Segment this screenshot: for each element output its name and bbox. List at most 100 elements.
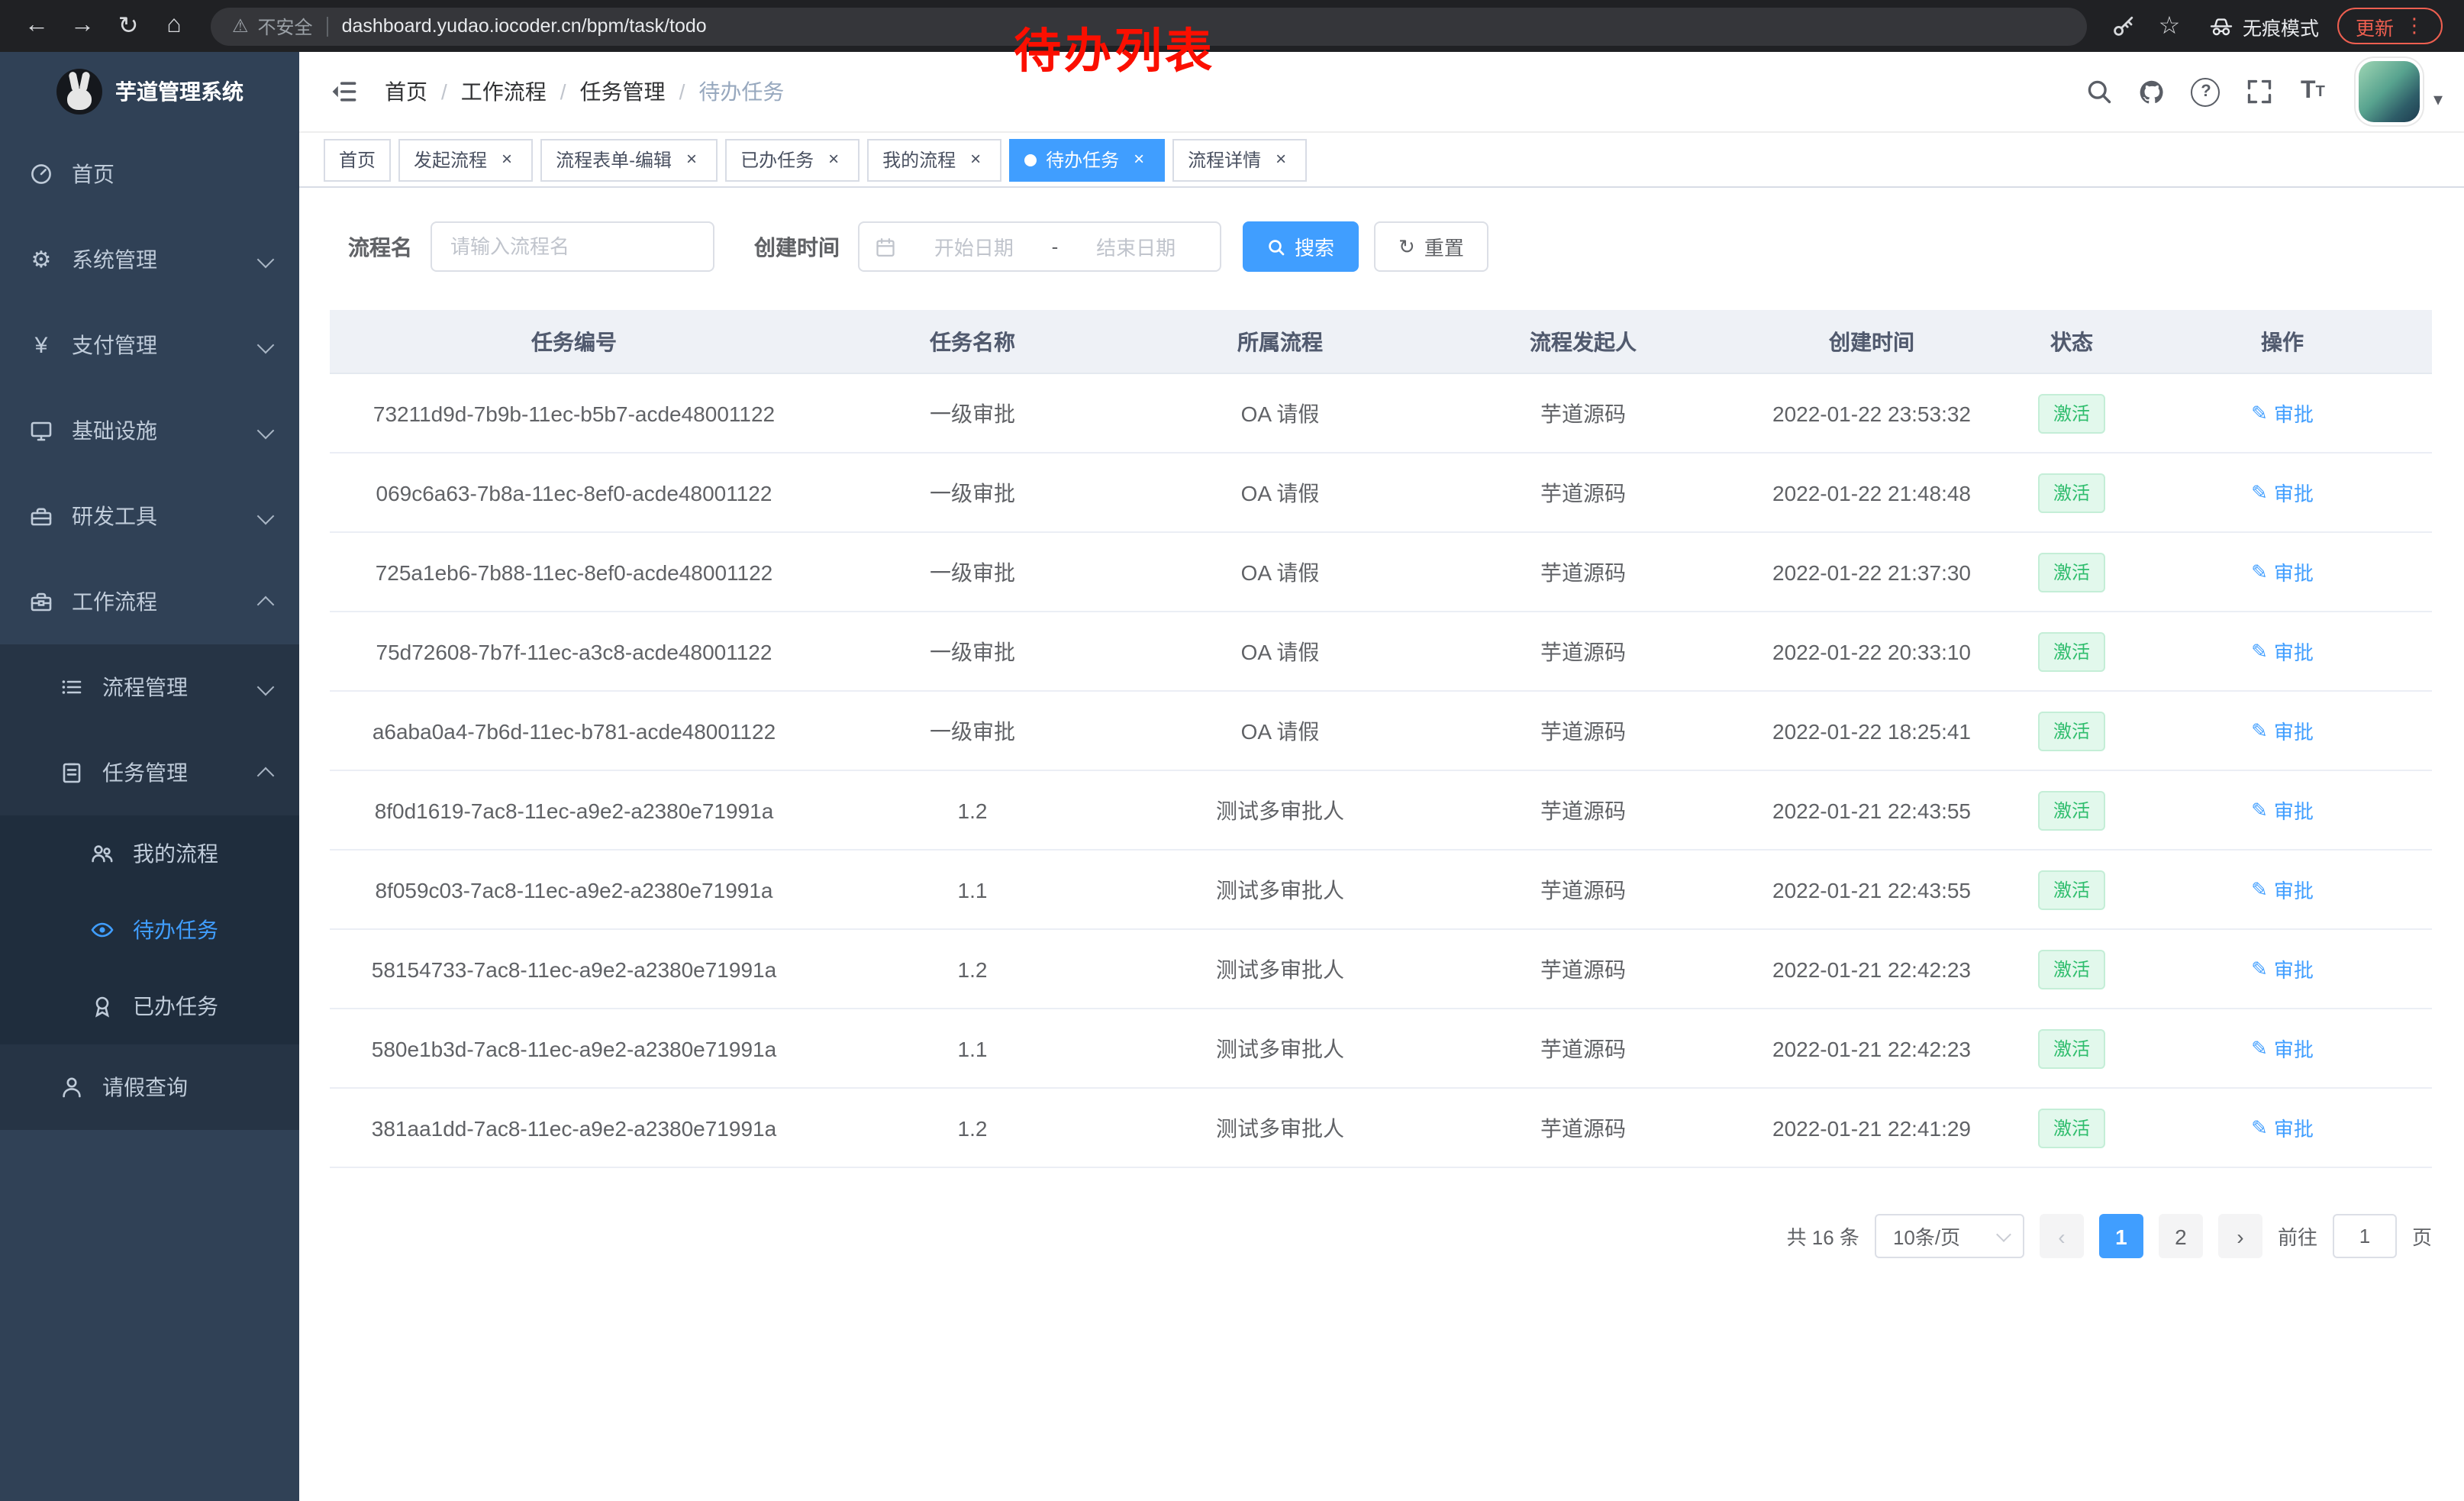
bookmark-star-icon[interactable]: ☆	[2148, 5, 2191, 47]
avatar[interactable]	[2359, 61, 2420, 122]
table-row: 8f059c03-7ac8-11ec-a9e2-a2380e71991a 1.1…	[330, 850, 2432, 929]
chevron-up-icon	[257, 767, 275, 785]
forward-button[interactable]: →	[61, 5, 104, 47]
approve-link[interactable]: ✎审批	[2251, 796, 2314, 825]
page-button-2[interactable]: 2	[2159, 1214, 2203, 1258]
close-icon[interactable]: ×	[965, 149, 986, 170]
approve-link[interactable]: ✎审批	[2251, 1034, 2314, 1063]
sidebar-item-task-mgmt[interactable]: 任务管理	[0, 730, 299, 815]
back-button[interactable]: ←	[15, 5, 58, 47]
approve-link[interactable]: ✎审批	[2251, 954, 2314, 983]
create-time-label: 创建时间	[754, 231, 840, 262]
yen-icon: ¥	[27, 332, 55, 358]
chevron-down-icon	[1996, 1226, 2011, 1241]
approve-link[interactable]: ✎审批	[2251, 1113, 2314, 1142]
edit-icon: ✎	[2251, 877, 2268, 902]
tags-view: 首页 发起流程× 流程表单-编辑× 已办任务× 我的流程× 待办任务× 流程详情…	[299, 133, 2464, 188]
key-icon[interactable]	[2102, 5, 2145, 47]
status-badge: 激活	[2038, 1028, 2105, 1068]
close-icon[interactable]: ×	[496, 149, 518, 170]
sidebar-item-workflow[interactable]: 工作流程	[0, 559, 299, 644]
edit-icon: ✎	[2251, 401, 2268, 425]
tab-start-process[interactable]: 发起流程×	[398, 138, 533, 181]
tab-my-process[interactable]: 我的流程×	[867, 138, 1001, 181]
sidebar-item-infra[interactable]: 基础设施	[0, 388, 299, 473]
sidebar-item-leave-query[interactable]: 请假查询	[0, 1044, 299, 1130]
gear-icon: ⚙	[27, 246, 55, 273]
close-icon[interactable]: ×	[681, 149, 702, 170]
caret-down-icon[interactable]: ▾	[2433, 89, 2443, 110]
close-icon[interactable]: ×	[1128, 149, 1150, 170]
tab-form-edit[interactable]: 流程表单-编辑×	[540, 138, 718, 181]
sidebar: 芋道管理系统 首页 ⚙ 系统管理 ¥ 支付管理	[0, 52, 299, 1501]
tab-home[interactable]: 首页	[324, 138, 391, 181]
search-button[interactable]: 搜索	[1243, 221, 1359, 272]
edit-icon: ✎	[2251, 1036, 2268, 1060]
page-unit-label: 页	[2412, 1222, 2432, 1251]
tab-done-tasks[interactable]: 已办任务×	[725, 138, 859, 181]
page-content: 流程名 创建时间 开始日期 - 结束日期	[299, 188, 2464, 1501]
status-badge: 激活	[2038, 393, 2105, 433]
page-size-select[interactable]: 10条/页	[1875, 1214, 2024, 1258]
update-button[interactable]: 更新 ⋮	[2337, 8, 2443, 44]
eye-icon	[89, 918, 116, 942]
goto-page-input[interactable]	[2333, 1214, 2397, 1258]
breadcrumb-workflow[interactable]: 工作流程	[461, 76, 547, 107]
sidebar-item-system[interactable]: ⚙ 系统管理	[0, 217, 299, 302]
next-page-button[interactable]: ›	[2218, 1214, 2262, 1258]
people-icon	[89, 841, 116, 866]
table-row: 73211d9d-7b9b-11ec-b5b7-acde48001122 一级审…	[330, 373, 2432, 453]
search-icon[interactable]	[2079, 72, 2119, 111]
sidebar-item-home[interactable]: 首页	[0, 131, 299, 217]
approve-link[interactable]: ✎审批	[2251, 478, 2314, 507]
hamburger-icon[interactable]	[321, 78, 366, 105]
date-range-picker[interactable]: 开始日期 - 结束日期	[858, 221, 1221, 272]
tab-todo-tasks[interactable]: 待办任务×	[1009, 138, 1165, 181]
approve-link[interactable]: ✎审批	[2251, 557, 2314, 586]
sidebar-item-devtools[interactable]: 研发工具	[0, 473, 299, 559]
screen: ← → ↻ ⌂ ⚠ 不安全 dashboard.yudao.iocoder.cn…	[0, 0, 2464, 1501]
pagination: 共 16 条 10条/页 ‹ 1 2 › 前往 页	[330, 1214, 2432, 1258]
sidebar-item-my-process[interactable]: 我的流程	[0, 815, 299, 892]
url-text: dashboard.yudao.iocoder.cn/bpm/task/todo	[342, 15, 707, 37]
close-icon[interactable]: ×	[823, 149, 844, 170]
edit-icon: ✎	[2251, 560, 2268, 584]
sidebar-item-process-mgmt[interactable]: 流程管理	[0, 644, 299, 730]
browser-menu-icon[interactable]: ⋮	[2404, 14, 2424, 38]
help-icon[interactable]: ?	[2186, 72, 2226, 111]
github-icon[interactable]	[2133, 72, 2172, 111]
status-badge: 激活	[2038, 631, 2105, 671]
tab-process-detail[interactable]: 流程详情×	[1172, 138, 1307, 181]
status-badge: 激活	[2038, 552, 2105, 592]
end-date-input[interactable]: 结束日期	[1067, 232, 1205, 261]
prev-page-button[interactable]: ‹	[2040, 1214, 2084, 1258]
sidebar-item-payment[interactable]: ¥ 支付管理	[0, 302, 299, 388]
col-task-id: 任务编号	[330, 310, 818, 373]
close-icon[interactable]: ×	[1270, 149, 1292, 170]
status-badge: 激活	[2038, 790, 2105, 830]
home-button[interactable]: ⌂	[153, 5, 195, 47]
page-button-1[interactable]: 1	[2099, 1214, 2143, 1258]
process-name-input[interactable]	[431, 221, 714, 272]
breadcrumb-home[interactable]: 首页	[385, 76, 427, 107]
reload-button[interactable]: ↻	[107, 5, 150, 47]
approve-link[interactable]: ✎审批	[2251, 875, 2314, 904]
col-process: 所属流程	[1127, 310, 1434, 373]
table-row: 069c6a63-7b8a-11ec-8ef0-acde48001122 一级审…	[330, 453, 2432, 532]
fullscreen-icon[interactable]	[2240, 72, 2279, 111]
chevron-down-icon	[257, 337, 275, 354]
approve-link[interactable]: ✎审批	[2251, 637, 2314, 666]
incognito-icon	[2209, 14, 2233, 38]
reset-button[interactable]: ↻ 重置	[1374, 221, 1488, 272]
security-label[interactable]: 不安全	[258, 13, 313, 39]
approve-link[interactable]: ✎审批	[2251, 716, 2314, 745]
annotation-overlay: 待办列表	[1014, 12, 1215, 81]
browser-toolbar: ← → ↻ ⌂ ⚠ 不安全 dashboard.yudao.iocoder.cn…	[0, 0, 2464, 52]
font-size-icon[interactable]: TT	[2293, 72, 2333, 111]
warning-icon: ⚠	[232, 15, 249, 37]
start-date-input[interactable]: 开始日期	[905, 232, 1043, 261]
breadcrumb-task-mgmt[interactable]: 任务管理	[580, 76, 666, 107]
sidebar-item-todo-tasks[interactable]: 待办任务	[0, 892, 299, 968]
sidebar-item-done-tasks[interactable]: 已办任务	[0, 968, 299, 1044]
approve-link[interactable]: ✎审批	[2251, 399, 2314, 428]
